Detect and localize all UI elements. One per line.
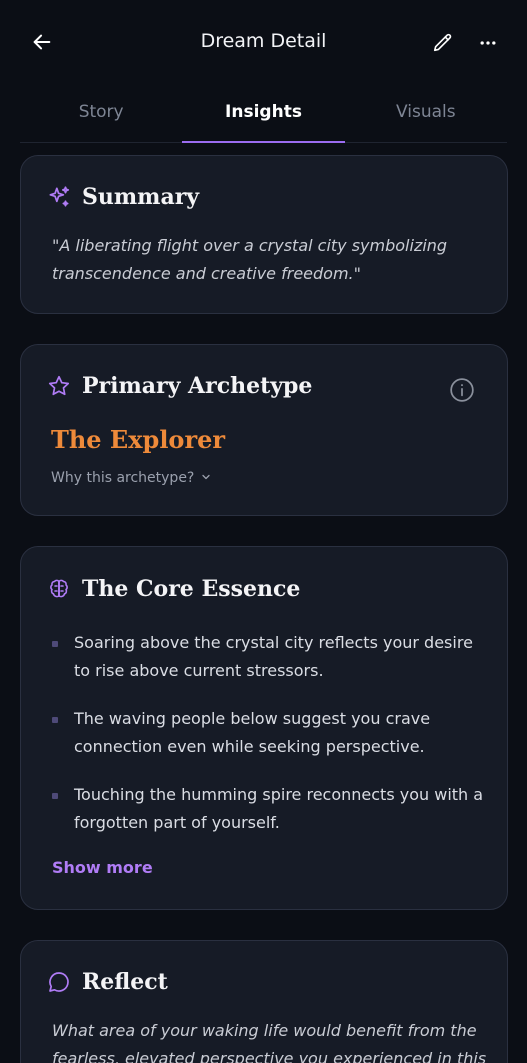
pencil-icon[interactable] bbox=[429, 29, 457, 57]
reflect-heading: Reflect bbox=[82, 969, 168, 995]
sparkles-icon bbox=[46, 184, 72, 210]
why-archetype-toggle[interactable]: Why this archetype? bbox=[51, 470, 212, 486]
core-essence-heading: The Core Essence bbox=[82, 576, 301, 602]
list-item: Touching the humming spire reconnects yo… bbox=[51, 781, 486, 837]
chat-bubble-icon bbox=[46, 969, 72, 995]
tab-visuals[interactable]: Visuals bbox=[345, 86, 507, 142]
list-item: Soaring above the crystal city reflects … bbox=[51, 629, 486, 685]
core-essence-card: The Core Essence Soaring above the cryst… bbox=[20, 546, 508, 910]
show-more-button[interactable]: Show more bbox=[52, 858, 153, 877]
summary-card: Summary "A liberating flight over a crys… bbox=[20, 155, 508, 314]
chevron-down-icon bbox=[200, 471, 212, 486]
archetype-name: The Explorer bbox=[51, 425, 225, 454]
summary-header: Summary bbox=[46, 184, 199, 210]
tab-bar: Story Insights Visuals bbox=[20, 86, 507, 143]
tab-story[interactable]: Story bbox=[20, 86, 182, 142]
more-icon[interactable] bbox=[474, 29, 502, 57]
top-bar: Dream Detail bbox=[0, 0, 527, 86]
reflect-text: What area of your waking life would bene… bbox=[52, 1021, 487, 1063]
essence-list: Soaring above the crystal city reflects … bbox=[51, 629, 486, 857]
info-icon[interactable] bbox=[449, 377, 475, 403]
tab-insights[interactable]: Insights bbox=[182, 86, 345, 143]
list-item: The waving people below suggest you crav… bbox=[51, 705, 486, 761]
archetype-card: Primary Archetype The Explorer Why this … bbox=[20, 344, 508, 516]
archetype-heading: Primary Archetype bbox=[82, 373, 313, 399]
archetype-header: Primary Archetype bbox=[46, 373, 312, 399]
star-icon bbox=[46, 373, 72, 399]
brain-icon bbox=[46, 576, 72, 602]
reflect-header: Reflect bbox=[46, 969, 168, 995]
summary-text: "A liberating flight over a crystal city… bbox=[52, 236, 448, 283]
summary-heading: Summary bbox=[82, 184, 200, 210]
why-archetype-label: Why this archetype? bbox=[51, 470, 195, 486]
reflect-card: Reflect What area of your waking life wo… bbox=[20, 940, 508, 1063]
core-essence-header: The Core Essence bbox=[46, 576, 300, 602]
